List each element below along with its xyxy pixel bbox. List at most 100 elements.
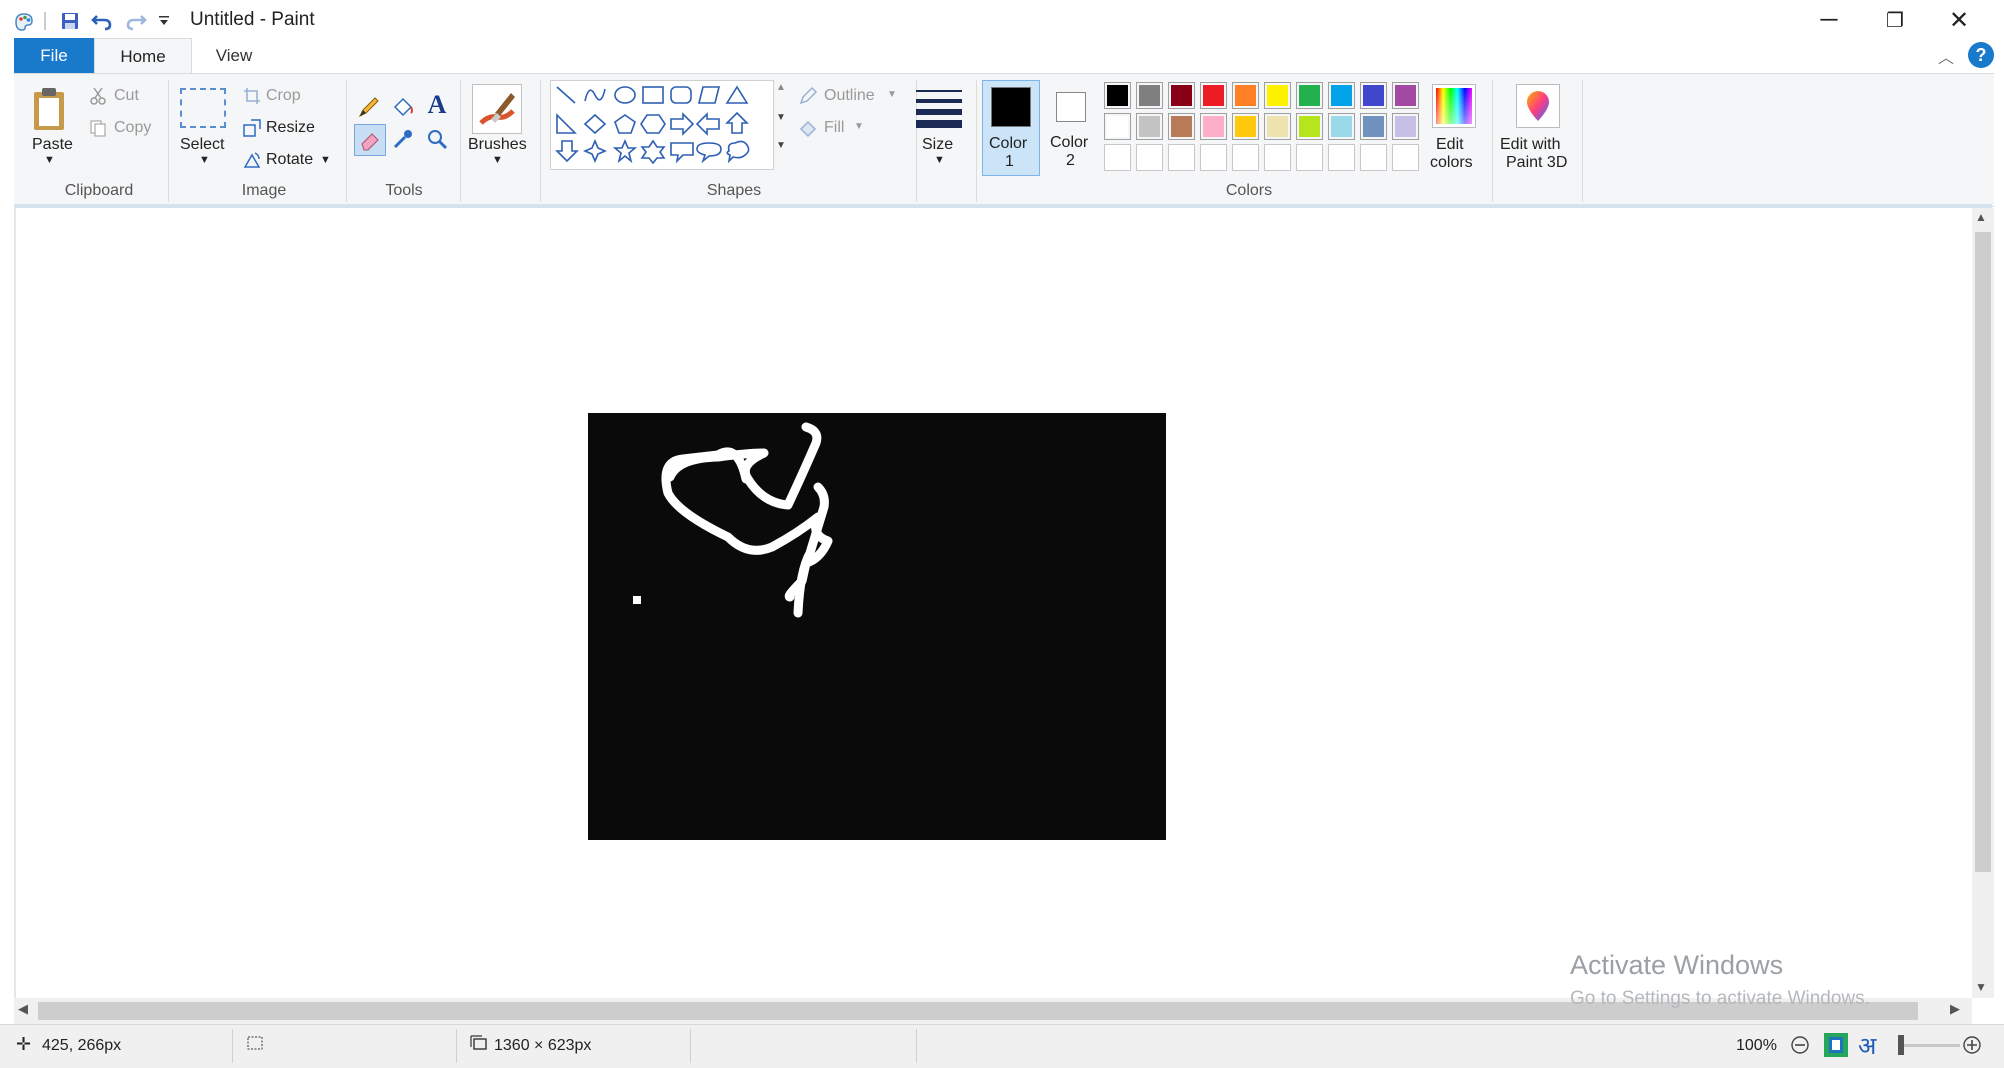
outline-button[interactable]: Outline: [824, 87, 875, 105]
crop-button[interactable]: Crop: [266, 87, 301, 105]
rotate-button[interactable]: Rotate: [266, 151, 313, 169]
palette-swatch-empty[interactable]: [1136, 144, 1163, 171]
palette-swatch[interactable]: [1232, 113, 1259, 140]
select-button[interactable]: Select: [180, 136, 224, 154]
edit-colors-label-1[interactable]: Edit: [1436, 136, 1464, 154]
palette-swatch[interactable]: [1296, 82, 1323, 109]
brushes-dropdown-icon[interactable]: ▼: [492, 154, 503, 166]
palette-swatch[interactable]: [1136, 113, 1163, 140]
zoom-out-icon[interactable]: [1790, 1035, 1810, 1060]
activation-watermark-subtitle: Go to Settings to activate Windows.: [1570, 988, 1870, 1009]
palette-swatch[interactable]: [1296, 113, 1323, 140]
drawing-canvas[interactable]: [588, 413, 1166, 840]
palette-swatch-empty[interactable]: [1328, 144, 1355, 171]
size-button[interactable]: Size: [922, 136, 953, 154]
tab-file[interactable]: File: [14, 38, 94, 74]
palette-swatch-empty[interactable]: [1392, 144, 1419, 171]
vertical-scroll-thumb[interactable]: [1975, 232, 1991, 872]
color2-swatch: [1056, 92, 1086, 122]
collapse-ribbon-icon[interactable]: ︿: [1938, 44, 1954, 68]
edit-colors-icon[interactable]: [1432, 84, 1476, 128]
maximize-button[interactable]: ❐: [1862, 0, 1928, 40]
tab-view[interactable]: View: [194, 38, 274, 74]
undo-icon[interactable]: [90, 9, 114, 33]
palette-swatch[interactable]: [1360, 82, 1387, 109]
minimize-button[interactable]: ─: [1796, 0, 1862, 40]
scroll-right-icon[interactable]: ▶: [1950, 1001, 1960, 1017]
palette-swatch[interactable]: [1168, 82, 1195, 109]
select-icon[interactable]: [180, 88, 226, 128]
palette-swatch[interactable]: [1264, 82, 1291, 109]
palette-swatch[interactable]: [1168, 113, 1195, 140]
tab-home[interactable]: Home: [94, 38, 192, 74]
paint3d-icon[interactable]: [1516, 84, 1560, 128]
scroll-up-icon[interactable]: ▲: [1975, 210, 1987, 224]
palette-swatch[interactable]: [1136, 82, 1163, 109]
paste-icon[interactable]: [28, 84, 72, 134]
palette-swatch[interactable]: [1104, 113, 1131, 140]
cut-button[interactable]: Cut: [114, 87, 139, 105]
paste-dropdown-icon[interactable]: ▼: [44, 154, 55, 166]
oval-shape-icon: [614, 86, 636, 104]
resize-button[interactable]: Resize: [266, 119, 315, 137]
palette-swatch[interactable]: [1328, 113, 1355, 140]
palette-swatch-empty[interactable]: [1104, 144, 1131, 171]
color2-button[interactable]: Color 2: [1044, 80, 1100, 176]
shapes-scroll-down-icon[interactable]: ▼: [776, 112, 786, 123]
shapes-scroll-up-icon[interactable]: ▲: [776, 82, 786, 93]
help-icon[interactable]: ?: [1968, 42, 1994, 68]
palette-swatch[interactable]: [1200, 113, 1227, 140]
paint3d-label-1[interactable]: Edit with: [1500, 136, 1560, 154]
color1-button[interactable]: Color 1: [982, 80, 1040, 176]
language-indicator-icon[interactable]: अ: [1858, 1029, 1876, 1062]
palette-swatch[interactable]: [1264, 113, 1291, 140]
palette-swatch[interactable]: [1104, 82, 1131, 109]
title-bar: Untitled - Paint ─ ❐ ✕: [0, 0, 2004, 42]
zoom-in-icon[interactable]: [1962, 1035, 1982, 1060]
edit-colors-label-2[interactable]: colors: [1430, 154, 1473, 172]
shapes-gallery[interactable]: [550, 80, 774, 170]
redo-icon[interactable]: [124, 9, 148, 33]
palette-swatch-empty[interactable]: [1200, 144, 1227, 171]
eraser-icon[interactable]: [354, 124, 386, 156]
palette-swatch[interactable]: [1392, 113, 1419, 140]
shapes-expand-icon[interactable]: ▼: [776, 140, 786, 151]
brushes-button[interactable]: Brushes: [468, 136, 527, 154]
palette-swatch[interactable]: [1232, 82, 1259, 109]
magnifier-icon[interactable]: [422, 124, 452, 154]
palette-swatch[interactable]: [1328, 82, 1355, 109]
size-dropdown-icon[interactable]: ▼: [934, 154, 945, 166]
customize-qat-icon[interactable]: [152, 9, 176, 33]
zoom-slider-track[interactable]: [1900, 1044, 1960, 1047]
palette-swatch[interactable]: [1200, 82, 1227, 109]
scroll-left-icon[interactable]: ◀: [18, 1001, 28, 1017]
close-button[interactable]: ✕: [1926, 0, 1992, 40]
size-icon[interactable]: [914, 84, 964, 128]
fill-button[interactable]: Fill: [824, 119, 844, 137]
palette-swatch[interactable]: [1360, 113, 1387, 140]
paint3d-label-2[interactable]: Paint 3D: [1506, 154, 1567, 172]
palette-swatch-empty[interactable]: [1360, 144, 1387, 171]
palette-swatch-empty[interactable]: [1168, 144, 1195, 171]
outline-dropdown-icon[interactable]: ▼: [887, 89, 897, 100]
copy-button[interactable]: Copy: [114, 119, 151, 137]
text-tool-icon[interactable]: A: [422, 90, 452, 120]
pencil-icon[interactable]: [354, 92, 384, 122]
select-dropdown-icon[interactable]: ▼: [199, 154, 210, 166]
palette-swatch-empty[interactable]: [1232, 144, 1259, 171]
ribbon-tabs: File Home View ︿ ?: [14, 38, 1994, 74]
zoom-slider-thumb[interactable]: [1898, 1035, 1904, 1055]
color-picker-icon[interactable]: [388, 124, 418, 154]
taskbar-app-icon[interactable]: [1822, 1031, 1850, 1064]
palette-swatch-empty[interactable]: [1296, 144, 1323, 171]
fill-bucket-icon[interactable]: [388, 92, 418, 122]
save-icon[interactable]: [58, 9, 82, 33]
palette-swatch-empty[interactable]: [1264, 144, 1291, 171]
fill-dropdown-icon[interactable]: ▼: [854, 121, 864, 132]
brushes-icon[interactable]: [472, 84, 522, 134]
palette-swatch[interactable]: [1392, 82, 1419, 109]
color2-label: Color: [1050, 134, 1089, 151]
paste-button[interactable]: Paste: [32, 136, 73, 154]
rotate-dropdown-icon[interactable]: ▼: [320, 154, 331, 166]
scroll-down-icon[interactable]: ▼: [1975, 980, 1987, 994]
